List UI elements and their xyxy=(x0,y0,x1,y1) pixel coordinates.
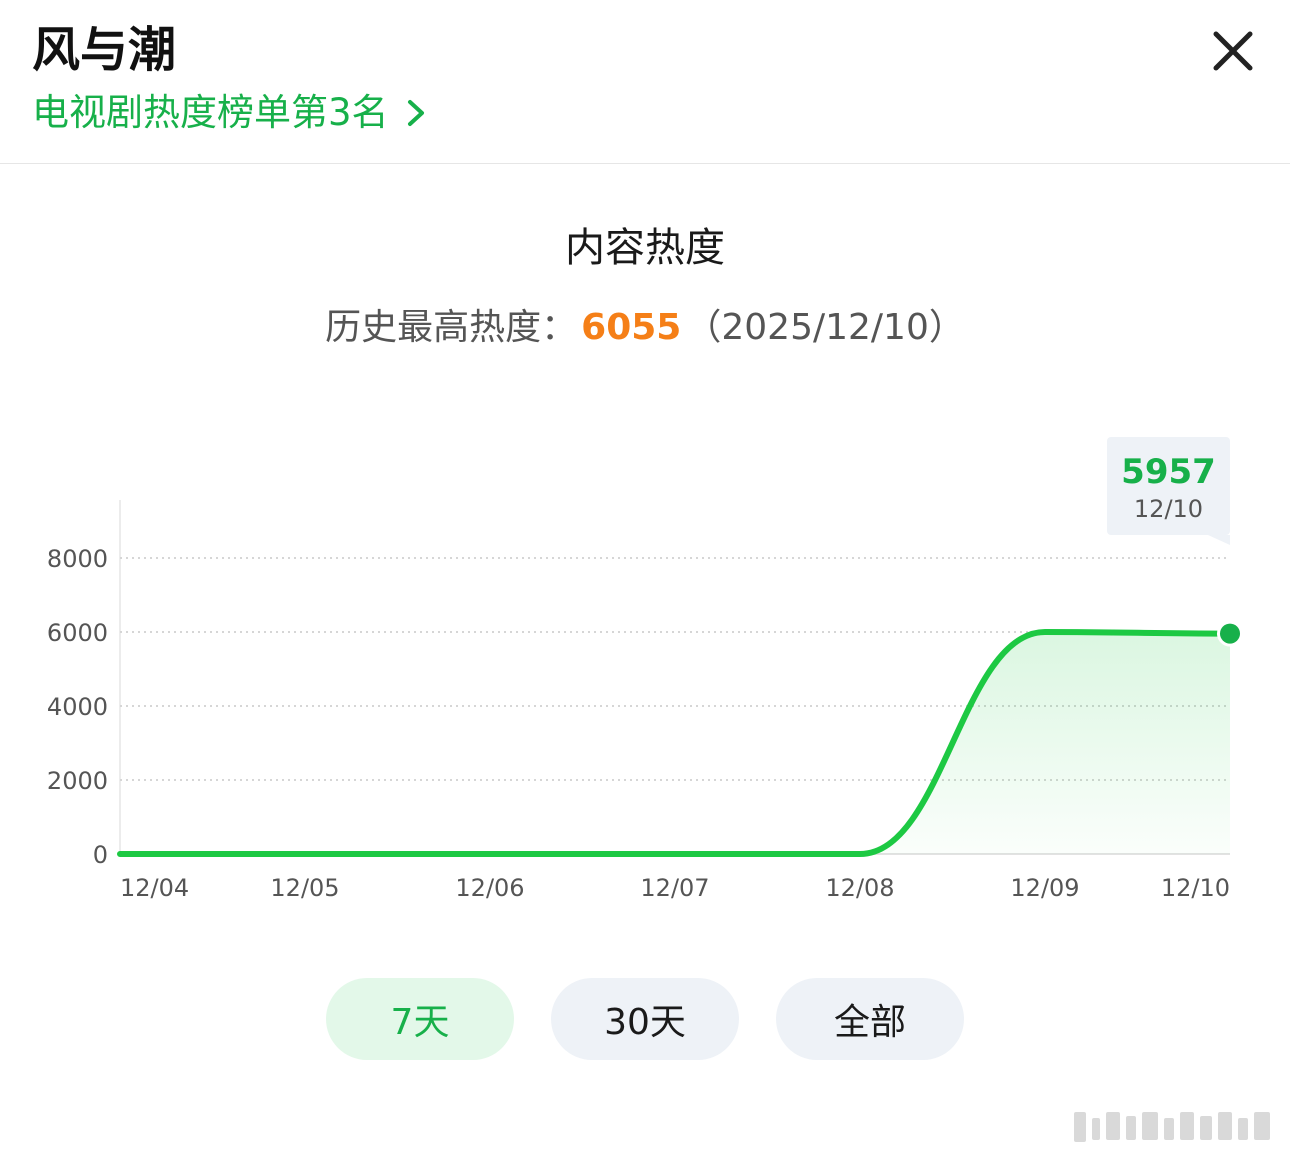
y-tick-label: 4000 xyxy=(47,693,108,721)
y-tick-label: 0 xyxy=(93,841,108,869)
x-tick-label: 12/07 xyxy=(640,874,709,902)
chart-title: 内容热度 xyxy=(565,225,725,271)
watermark-image xyxy=(1074,1112,1270,1142)
y-tick-label: 6000 xyxy=(47,619,108,647)
sheet-header: 风与潮 电视剧热度榜单第3名 xyxy=(0,0,1290,164)
x-tick-label: 12/10 xyxy=(1161,874,1230,902)
tab-30-days[interactable]: 30天 xyxy=(551,978,739,1060)
tab-all[interactable]: 全部 xyxy=(776,978,964,1060)
x-tick-label: 12/04 xyxy=(120,874,189,902)
tooltip-value: 5957 xyxy=(1121,452,1216,492)
y-tick-label: 2000 xyxy=(47,767,108,795)
close-icon[interactable] xyxy=(1206,24,1260,78)
peak-label: 历史最高热度： xyxy=(325,307,578,348)
heat-chart: 0 2000 4000 6000 8000 12/04 12/05 12/06 12/07 12… xyxy=(47,437,1243,902)
x-tick-label: 12/08 xyxy=(825,874,894,902)
rank-link[interactable]: 电视剧热度榜单第3名 xyxy=(32,88,429,138)
show-title: 风与潮 xyxy=(32,22,177,78)
highlight-point xyxy=(1220,623,1240,644)
peak-summary: 历史最高热度： 6055 （2025/12/10） xyxy=(0,302,1290,354)
x-tick-label: 12/09 xyxy=(1010,874,1079,902)
tab-7-days[interactable]: 7天 xyxy=(326,978,514,1060)
trend-sheet: 风与潮 电视剧热度榜单第3名 内容热度 历史最高热度： 6055 （2025/1… xyxy=(0,0,1290,1157)
peak-date: （2025/12/10） xyxy=(685,307,965,348)
x-tick-label: 12/06 xyxy=(455,874,524,902)
peak-value: 6055 xyxy=(581,307,682,348)
rank-link-label: 电视剧热度榜单第3名 xyxy=(32,91,389,134)
y-tick-label: 8000 xyxy=(47,545,108,573)
range-tabs: 7天 30天 全部 xyxy=(326,978,966,1060)
series-area xyxy=(120,632,1230,854)
tooltip-date: 12/10 xyxy=(1134,495,1203,523)
chevron-right-icon xyxy=(407,100,424,126)
x-tick-label: 12/05 xyxy=(270,874,339,902)
tooltip-pointer xyxy=(1208,535,1230,545)
